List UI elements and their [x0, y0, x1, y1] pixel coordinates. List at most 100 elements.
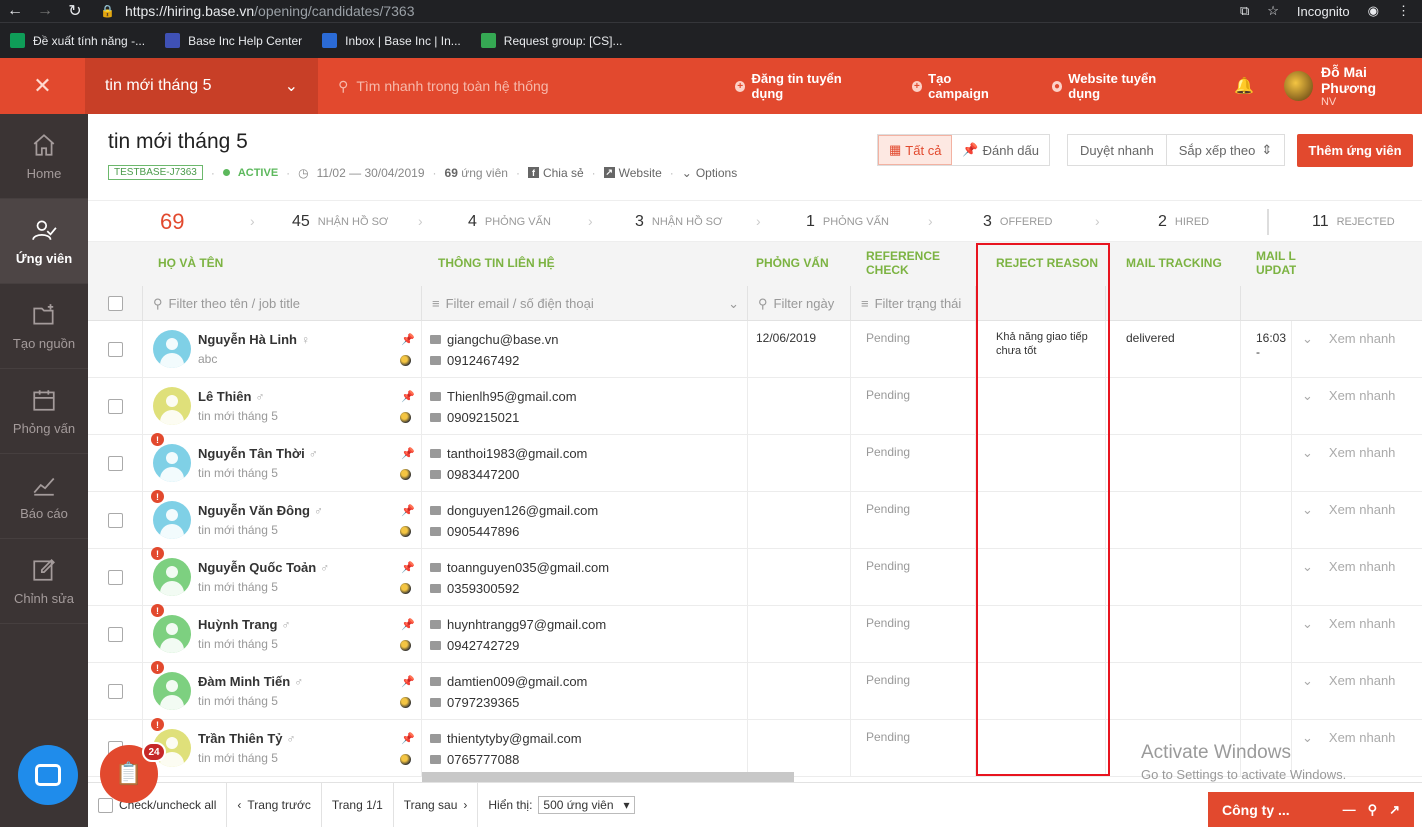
column-header-interview[interactable]: PHỎNG VẤN [756, 242, 829, 286]
translate-icon[interactable]: ⧉ [1240, 3, 1249, 19]
address-bar[interactable]: https://hiring.base.vn/opening/candidate… [125, 3, 415, 19]
bell-icon[interactable]: 🔔 [1234, 76, 1254, 96]
sidebar-item-edit[interactable]: Chỉnh sửa [0, 539, 88, 624]
pin-icon[interactable]: 📌 [401, 675, 415, 688]
quick-view-button[interactable]: ⌄ Xem nhanh [1291, 321, 1422, 378]
quick-view-button[interactable]: ⌄ Xem nhanh [1291, 492, 1422, 549]
quick-view-button[interactable]: ⌄ Xem nhanh [1291, 435, 1422, 492]
column-header-mail-update[interactable]: MAIL L UPDAT [1256, 242, 1296, 286]
quick-view-button[interactable]: ⌄ Xem nhanh [1291, 663, 1422, 720]
sidebar-item-candidates[interactable]: Ứng viên [0, 199, 88, 284]
pipeline-stage[interactable]: 4 PHỎNG VẤN [468, 201, 551, 243]
pipeline-stage[interactable]: 3 OFFERED [983, 201, 1052, 243]
post-job-button[interactable]: + Đăng tin tuyển dụng [734, 71, 872, 101]
contact-filter-input[interactable]: ≡ Filter email / số điện thoại ⌄ [422, 286, 748, 321]
quick-view-button[interactable]: ⌄ Xem nhanh [1291, 606, 1422, 663]
pin-icon[interactable]: 📌 [401, 618, 415, 631]
candidate-name[interactable]: Trần Thiên Tỷ ♂ [198, 731, 296, 746]
bookmark-item[interactable]: Đề xuất tính năng -... [10, 33, 145, 48]
pin-icon[interactable]: 📌 [401, 561, 415, 574]
website-link[interactable]: ↗ Website [603, 166, 662, 180]
sort-dropdown[interactable]: Sắp xếp theo ⇕ [1165, 135, 1285, 165]
candidate-name[interactable]: Nguyễn Văn Đông ♂ [198, 503, 323, 518]
share-link[interactable]: f Chia sẻ [527, 166, 584, 180]
pipeline-stage[interactable]: 69 [160, 201, 184, 243]
column-header-refcheck[interactable]: REFERENCE CHECK [866, 242, 946, 286]
pipeline-stage[interactable]: 3 NHẬN HỒ SƠ [635, 201, 722, 243]
career-website-button[interactable]: ● Website tuyển dụng [1051, 71, 1186, 101]
options-dropdown[interactable]: ⌄ Options [682, 166, 737, 180]
pin-icon[interactable]: 📌 [401, 504, 415, 517]
row-checkbox[interactable] [107, 513, 123, 528]
sidebar-item-home[interactable]: Home [0, 114, 88, 199]
candidate-name[interactable]: Nguyễn Quốc Toản ♂ [198, 560, 329, 575]
sidebar-item-sourcing[interactable]: Tạo nguồn [0, 284, 88, 369]
pipeline-stage[interactable]: 45 NHẬN HỒ SƠ [292, 201, 388, 243]
view-all-button[interactable]: ▦ Tất cả [878, 135, 953, 165]
minimize-icon[interactable]: — [1343, 802, 1356, 818]
row-checkbox[interactable] [107, 456, 123, 471]
company-chat-tab[interactable]: Công ty ... — ⚲ ↗ [1208, 792, 1414, 827]
quick-view-button[interactable]: ⌄ Xem nhanh [1291, 378, 1422, 435]
candidate-name[interactable]: Nguyễn Tân Thời ♂ [198, 446, 318, 461]
table-row[interactable]: ! Huỳnh Trang ♂ tin mới tháng 5 📌 huynhtrangg… [88, 604, 1422, 663]
check-all-checkbox[interactable] [98, 797, 113, 813]
sidebar-item-reports[interactable]: Báo cáo [0, 454, 88, 539]
column-header-contact[interactable]: THÔNG TIN LIÊN HỆ [438, 242, 555, 286]
back-icon[interactable]: ← [0, 2, 30, 20]
column-header-name[interactable]: HỌ VÀ TÊN [158, 242, 223, 286]
global-search-input[interactable]: ⚲ Tìm nhanh trong toàn hệ thống [338, 78, 705, 95]
table-row[interactable]: ! Nguyễn Quốc Toản ♂ tin mới tháng 5 📌 toanng… [88, 547, 1422, 606]
row-checkbox[interactable] [107, 570, 123, 585]
opening-select[interactable]: tin mới tháng 5 ⌄ [84, 58, 319, 114]
candidate-name[interactable]: Huỳnh Trang ♂ [198, 617, 290, 632]
bookmark-item[interactable]: Request group: [CS]... [480, 33, 623, 48]
select-all-checkbox[interactable] [107, 296, 123, 311]
quick-review-button[interactable]: Duyệt nhanh [1068, 135, 1166, 165]
table-row[interactable]: Lê Thiên ♂ tin mới tháng 5 📌 Thienlh95@gmail… [88, 378, 1422, 435]
quick-view-button[interactable]: ⌄ Xem nhanh [1291, 549, 1422, 606]
table-row[interactable]: Nguyễn Hà Linh ♀ abc 📌 giangchu@base.vn 09124… [88, 321, 1422, 378]
row-checkbox[interactable] [107, 684, 123, 699]
forward-icon[interactable]: → [30, 2, 60, 20]
star-icon[interactable]: ☆ [1267, 3, 1279, 19]
table-row[interactable]: ! Nguyễn Văn Đông ♂ tin mới tháng 5 📌 donguye… [88, 490, 1422, 549]
row-checkbox[interactable] [107, 627, 123, 642]
menu-icon[interactable]: ⋮ [1397, 3, 1410, 19]
name-filter-input[interactable]: ⚲ Filter theo tên / job title [143, 286, 422, 321]
close-icon[interactable]: ✕ [0, 58, 85, 114]
table-row[interactable]: ! Nguyễn Tân Thời ♂ tin mới tháng 5 📌 tanthoi… [88, 433, 1422, 492]
bookmark-item[interactable]: Inbox | Base Inc | In... [322, 33, 461, 48]
pin-icon[interactable]: 📌 [401, 390, 415, 403]
date-filter-input[interactable]: ⚲ Filter ngày [748, 286, 851, 321]
row-checkbox[interactable] [107, 399, 123, 414]
reload-icon[interactable]: ↻ [60, 1, 90, 21]
column-header-mail-tracking[interactable]: MAIL TRACKING [1126, 242, 1222, 286]
search-icon[interactable]: ⚲ [1368, 802, 1378, 818]
page-size-select[interactable]: 500 ứng viên ▾ [538, 796, 635, 814]
page-title: tin mới tháng 5 [108, 130, 248, 153]
external-link-icon[interactable]: ↗ [1389, 802, 1400, 818]
next-page-button[interactable]: Trang sau › [394, 782, 479, 827]
table-row[interactable]: ! Đàm Minh Tiến ♂ tin mới tháng 5 📌 damtien00… [88, 661, 1422, 720]
user-menu[interactable]: Đỗ Mai Phương NV [1284, 64, 1422, 108]
sidebar-item-interviews[interactable]: Phỏng vấn [0, 369, 88, 454]
status-filter-input[interactable]: ≡ Filter trạng thái [851, 286, 976, 321]
pin-icon[interactable]: 📌 [401, 732, 415, 745]
horizontal-scrollbar[interactable] [422, 772, 794, 782]
add-candidate-button[interactable]: Thêm ứng viên [1297, 134, 1413, 167]
prev-page-button[interactable]: ‹ Trang trước [227, 782, 322, 827]
bookmark-item[interactable]: Base Inc Help Center [165, 33, 302, 48]
candidate-name[interactable]: Nguyễn Hà Linh ♀ [198, 332, 310, 347]
row-checkbox[interactable] [107, 342, 123, 357]
pin-icon[interactable]: 📌 [401, 333, 415, 346]
pipeline-stage[interactable]: 11 REJECTED [1312, 201, 1395, 243]
view-marked-button[interactable]: 📌 Đánh dấu [952, 135, 1049, 165]
pipeline-stage[interactable]: 1 PHỎNG VẤN [806, 201, 889, 243]
candidate-name[interactable]: Lê Thiên ♂ [198, 389, 264, 404]
pin-icon[interactable]: 📌 [401, 447, 415, 460]
candidate-name[interactable]: Đàm Minh Tiến ♂ [198, 674, 303, 689]
chat-launcher[interactable] [18, 745, 78, 805]
create-campaign-button[interactable]: + Tạo campaign [911, 71, 1012, 101]
pipeline-stage[interactable]: 2 HIRED [1158, 201, 1209, 243]
